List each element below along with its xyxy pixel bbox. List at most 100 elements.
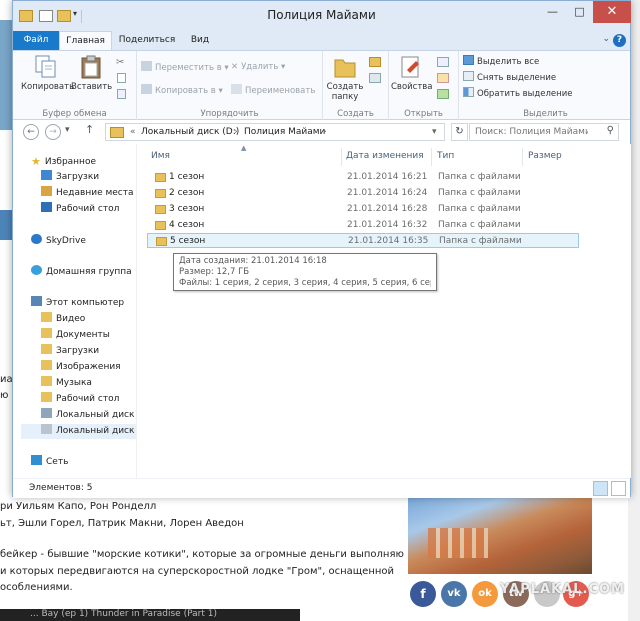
background-video-title[interactable]: ... Bay (ep 1) Thunder in Paradise (Part… (0, 609, 300, 621)
folder-icon (156, 237, 167, 246)
tab-view[interactable]: Вид (179, 31, 221, 50)
nav-skydrive[interactable]: SkyDrive (31, 234, 86, 249)
invert-selection-button[interactable]: Обратить выделение (463, 87, 572, 100)
details-view-button[interactable] (593, 481, 608, 496)
edit-icon[interactable] (437, 73, 449, 83)
column-header-size[interactable]: Размер (528, 151, 562, 161)
ribbon-expand-icon[interactable]: ⌄ (602, 34, 610, 44)
file-row[interactable]: 2 сезон 21.01.2014 16:24 Папка с файлами (147, 186, 579, 201)
new-folder-icon (334, 59, 356, 78)
nav-desktop[interactable]: Рабочий стол (41, 392, 119, 407)
paste-shortcut-icon[interactable] (117, 89, 126, 99)
file-row-selected[interactable]: 5 сезон 21.01.2014 16:35 Папка с файлами (147, 233, 579, 248)
organize-group-label: Упорядочить (200, 109, 259, 119)
nav-recent-places[interactable]: Недавние места (41, 186, 134, 201)
background-text-line: и которых передвигаются на суперскоростн… (0, 566, 395, 577)
copy-path-icon[interactable] (117, 73, 126, 83)
history-icon[interactable] (437, 89, 449, 99)
easy-access-icon[interactable] (369, 73, 381, 83)
column-divider[interactable] (431, 148, 432, 166)
file-name: 3 сезон (169, 204, 205, 214)
facebook-share-icon[interactable]: f (410, 581, 436, 607)
column-header-name[interactable]: Имя (151, 151, 170, 161)
nav-documents[interactable]: Документы (41, 328, 110, 343)
rename-button[interactable]: Переименовать (231, 84, 315, 97)
nav-item-label: Загрузки (56, 346, 100, 356)
recent-locations-icon[interactable]: ▾ (65, 125, 70, 135)
new-item-icon[interactable] (369, 57, 381, 67)
search-box[interactable]: ⚲ (469, 123, 619, 141)
cloud-icon (31, 234, 42, 244)
nav-item-label: Локальный диск (C (56, 410, 136, 420)
tab-file[interactable]: Файл (13, 31, 59, 50)
nav-drive-c[interactable]: Локальный диск (C (41, 408, 136, 423)
file-row[interactable]: 3 сезон 21.01.2014 16:28 Папка с файлами (147, 202, 579, 217)
nav-this-pc-label: Этот компьютер (46, 298, 125, 308)
vk-share-icon[interactable]: vk (441, 581, 467, 607)
tab-share[interactable]: Поделиться (115, 31, 179, 50)
select-none-label: Снять выделение (477, 73, 557, 83)
nav-videos[interactable]: Видео (41, 312, 85, 327)
nav-network[interactable]: Сеть (31, 455, 68, 470)
large-icons-view-button[interactable] (611, 481, 626, 496)
help-icon[interactable]: ? (613, 34, 626, 47)
nav-favorites-desktop[interactable]: Рабочий стол (41, 202, 119, 217)
column-divider[interactable] (341, 148, 342, 166)
close-button[interactable]: ✕ (593, 1, 631, 23)
nav-homegroup[interactable]: Домашняя группа (31, 265, 132, 280)
breadcrumb-current-folder[interactable]: Полиция Майами (244, 127, 325, 137)
nav-favorites-label: Избранное (44, 157, 96, 167)
cut-icon[interactable]: ✂ (116, 57, 128, 68)
up-button[interactable]: ↑ (85, 123, 94, 136)
background-banner-strip-2 (0, 210, 12, 240)
column-header-type[interactable]: Тип (437, 151, 454, 161)
nav-favorites-downloads[interactable]: Загрузки (41, 170, 99, 185)
tab-home[interactable]: Главная (59, 31, 112, 50)
clipboard-group-label: Буфер обмена (42, 109, 107, 119)
folder-icon (110, 127, 124, 138)
nav-drive-d[interactable]: Локальный диск (D (21, 424, 136, 439)
breadcrumb-separator[interactable]: › (323, 127, 327, 137)
breadcrumb-separator[interactable]: › (234, 127, 238, 137)
column-divider[interactable] (522, 148, 523, 166)
move-to-icon (141, 61, 152, 71)
back-button[interactable]: ← (23, 124, 39, 140)
search-input[interactable] (470, 124, 590, 140)
forward-button[interactable]: → (45, 124, 61, 140)
ok-share-icon[interactable]: ok (472, 581, 498, 607)
nav-item-label: Рабочий стол (56, 204, 120, 214)
nav-network-label: Сеть (46, 457, 69, 467)
background-photo[interactable] (408, 498, 592, 574)
select-all-button[interactable]: Выделить все (463, 55, 539, 68)
delete-button[interactable]: ✕ Удалить ▾ (231, 61, 285, 74)
nav-this-pc[interactable]: Этот компьютер (31, 296, 124, 311)
column-header-date[interactable]: Дата изменения (346, 151, 424, 161)
nav-pictures[interactable]: Изображения (41, 360, 121, 375)
move-to-button[interactable]: Переместить в ▾ (141, 61, 229, 74)
copy-label: Копировать (21, 82, 75, 92)
breadcrumb-drive-d[interactable]: Локальный диск (D:) (141, 127, 239, 137)
documents-icon (41, 328, 52, 338)
new-folder-button[interactable]: Создать папку (325, 54, 365, 102)
maximize-button[interactable]: □ (566, 1, 593, 23)
nav-item-label: Изображения (56, 362, 121, 372)
breadcrumb-overflow[interactable]: « (130, 127, 136, 137)
address-dropdown-icon[interactable]: ▾ (432, 127, 437, 137)
recent-places-icon (41, 186, 52, 196)
copy-button[interactable]: Копировать (21, 54, 75, 92)
nav-favorites[interactable]: ★ Избранное (31, 154, 96, 169)
nav-downloads[interactable]: Загрузки (41, 344, 99, 359)
background-text-line: бейкер - бывшие "морские котики", которы… (0, 549, 410, 560)
file-row[interactable]: 4 сезон 21.01.2014 16:32 Папка с файлами (147, 218, 579, 233)
copy-to-button[interactable]: Копировать в ▾ (141, 84, 223, 97)
paste-button[interactable]: Вставить (71, 54, 112, 92)
open-icon[interactable] (437, 57, 449, 67)
nav-music[interactable]: Музыка (41, 376, 92, 391)
file-row[interactable]: 1 сезон 21.01.2014 16:21 Папка с файлами (147, 170, 579, 185)
address-field[interactable]: « Локальный диск (D:) › Полиция Майами ›… (105, 123, 445, 141)
refresh-button[interactable]: ↻ (451, 123, 468, 141)
minimize-button[interactable]: — (539, 1, 566, 23)
properties-button[interactable]: Свойства (391, 54, 433, 92)
file-name: 4 сезон (169, 220, 205, 230)
select-none-button[interactable]: Снять выделение (463, 71, 556, 84)
